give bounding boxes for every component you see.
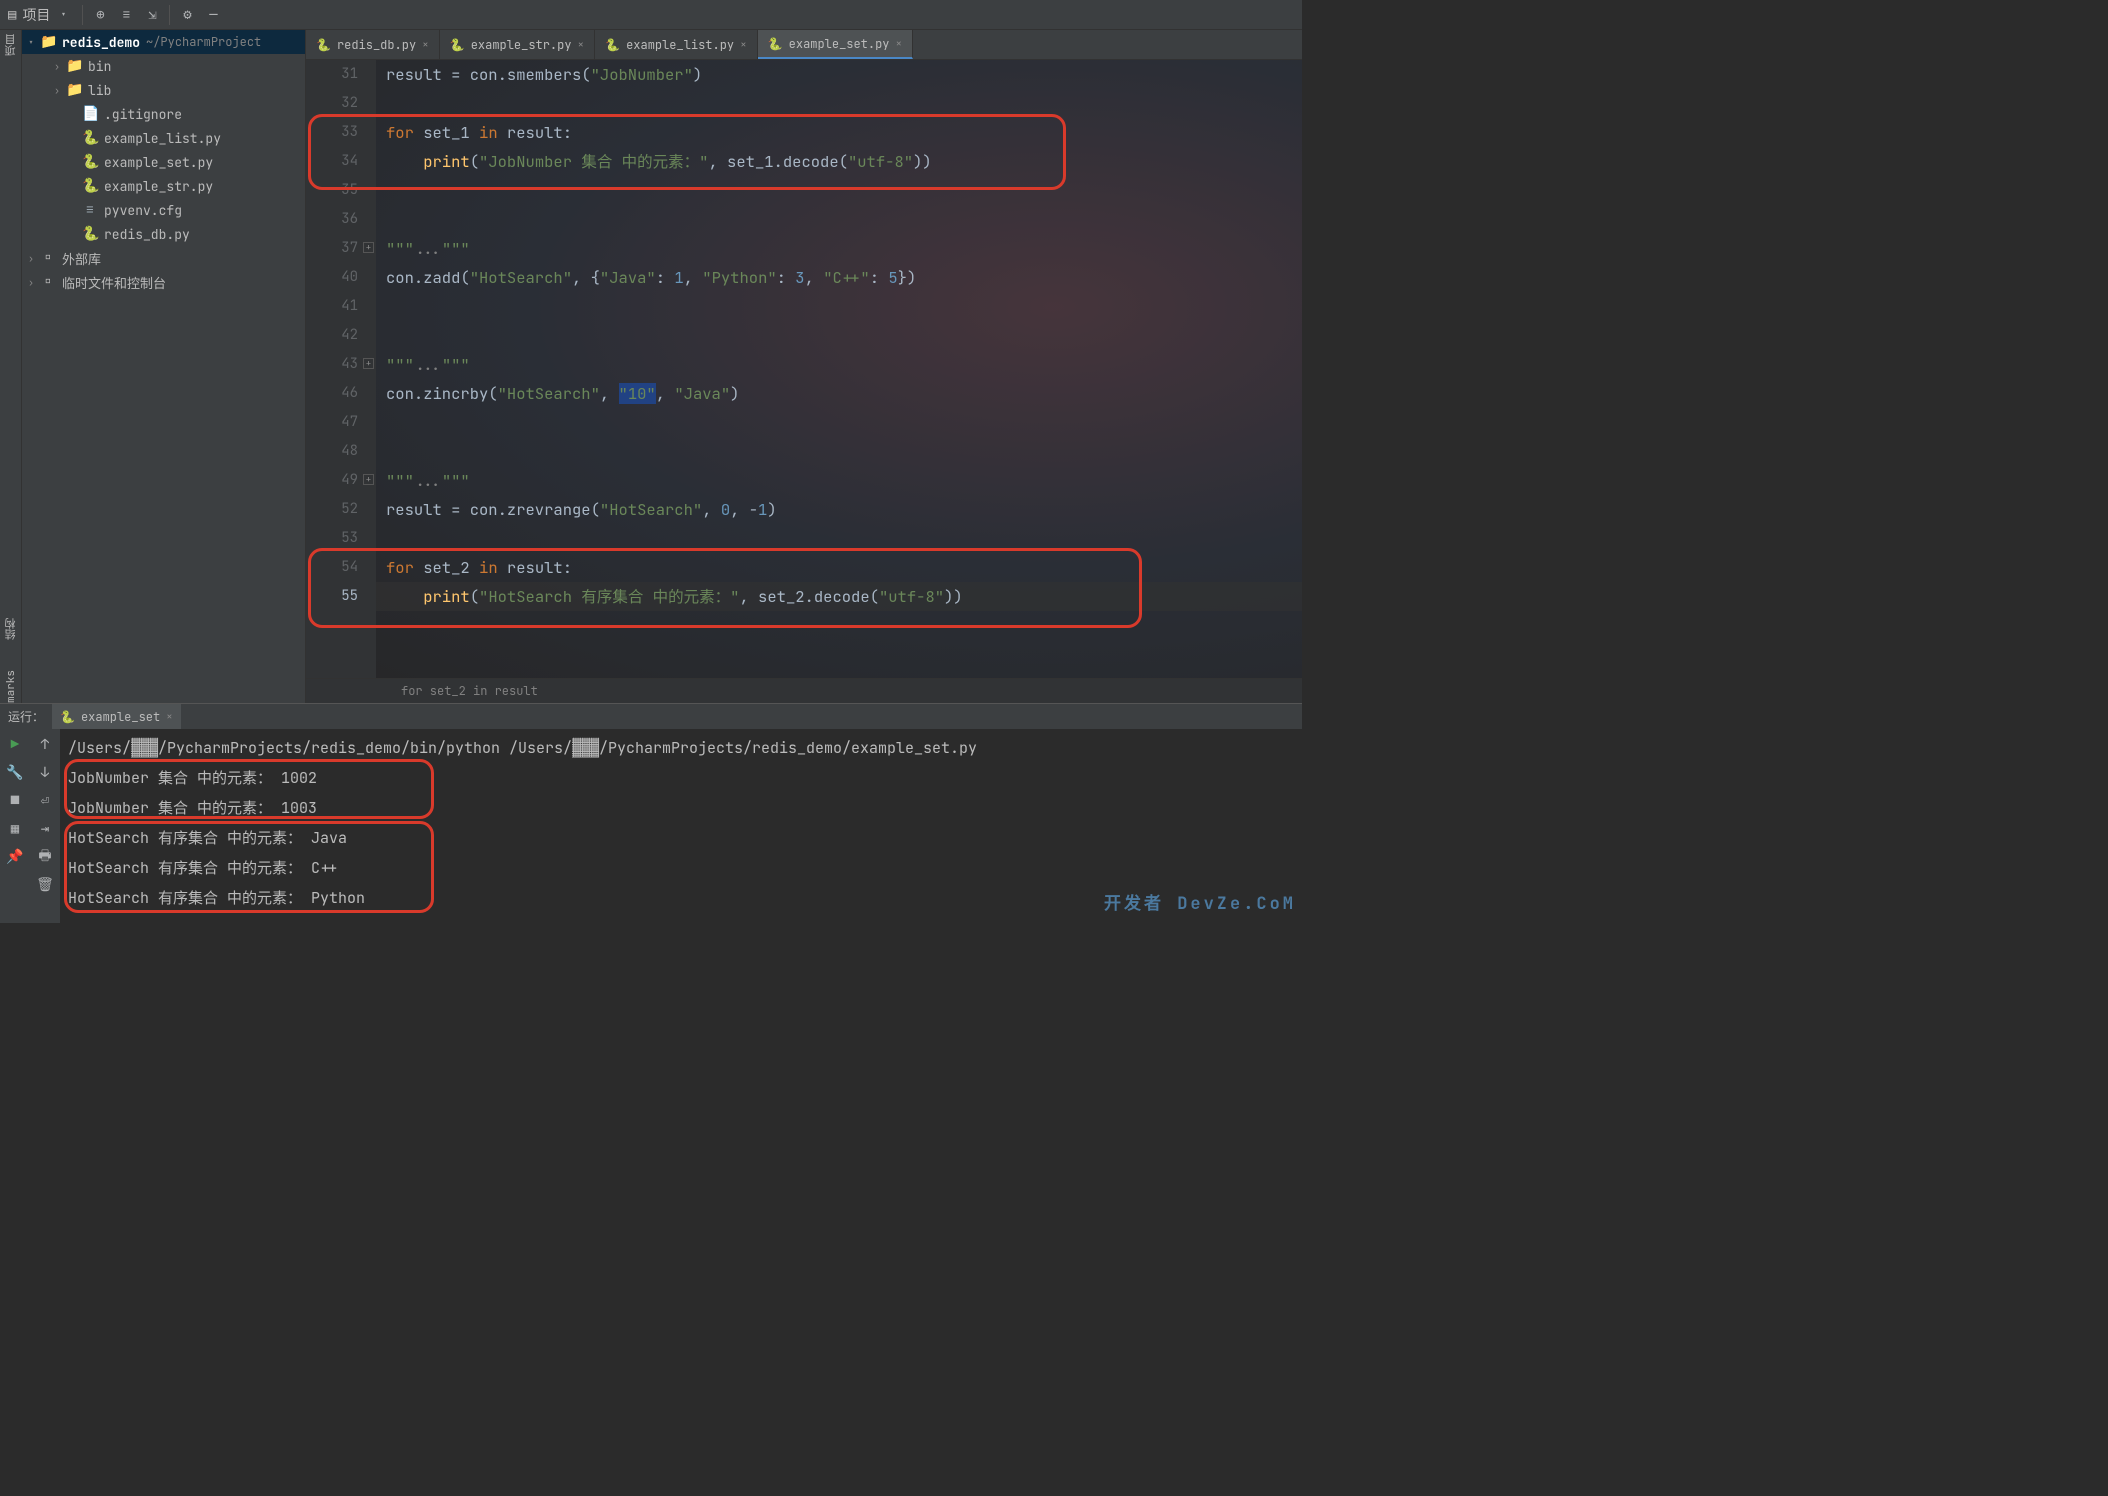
breadcrumb[interactable]: for set_2 in result: [306, 678, 1302, 703]
run-button[interactable]: ▶: [3, 733, 27, 757]
tree-item[interactable]: ›📁lib: [22, 78, 305, 102]
tree-root-name: redis_demo: [62, 34, 140, 51]
editor-tab[interactable]: 🐍example_set.py×: [758, 30, 913, 59]
close-icon[interactable]: ×: [895, 37, 902, 51]
vtab-project[interactable]: 项目: [3, 34, 19, 56]
tree-item[interactable]: 🐍redis_db.py: [22, 222, 305, 246]
tree-item[interactable]: 🐍example_str.py: [22, 174, 305, 198]
pin-icon[interactable]: 📌: [3, 845, 27, 869]
select-opened-icon[interactable]: ≡: [113, 2, 139, 28]
project-view-label[interactable]: ▤ 项目 ▾: [0, 5, 78, 25]
tree-item[interactable]: 🐍example_set.py: [22, 150, 305, 174]
python-icon: 🐍: [60, 709, 75, 725]
run-panel: 运行： 🐍 example_set × ▶ 🔧 ■ ▦ 📌 ↑ ↓ ⏎ ⇥ 🖶: [0, 703, 1302, 923]
locate-icon[interactable]: ⊕: [87, 2, 113, 28]
gutter[interactable]: 31323334353637+40414243+46474849+5253545…: [306, 60, 376, 678]
tree-item[interactable]: 📄.gitignore: [22, 102, 305, 126]
console-line: HotSearch 有序集合 中的元素： C++: [68, 853, 1294, 883]
editor-tab[interactable]: 🐍example_list.py×: [595, 30, 758, 59]
tree-item[interactable]: ›▫外部库: [22, 246, 305, 270]
editor-tabs: 🐍redis_db.py×🐍example_str.py×🐍example_li…: [306, 30, 1302, 60]
divider: [82, 5, 83, 25]
expand-all-icon[interactable]: ⇲: [139, 2, 165, 28]
editor-tab[interactable]: 🐍redis_db.py×: [306, 30, 440, 59]
tree-root[interactable]: ▾ 📁 redis_demo ~/PycharmProject: [22, 30, 305, 54]
project-label-text: 项目: [22, 5, 50, 25]
collapse-icon[interactable]: —: [200, 2, 226, 28]
run-actions-2: ↑ ↓ ⏎ ⇥ 🖶 🗑: [30, 729, 60, 923]
tree-item[interactable]: ›▫临时文件和控制台: [22, 270, 305, 294]
tree-root-path: ~/PycharmProject: [146, 34, 261, 50]
watermark: 开发者 DevZe.CoM: [1104, 889, 1296, 919]
vtab-bookmarks[interactable]: marks: [4, 670, 18, 703]
code-lines[interactable]: result = con.smembers("JobNumber")for se…: [376, 60, 1302, 678]
vtab-structure[interactable]: 结构: [3, 618, 19, 640]
scroll-end-icon[interactable]: ⇥: [33, 817, 57, 841]
arrow-down-icon[interactable]: ↓: [33, 761, 57, 785]
close-icon[interactable]: ×: [422, 38, 429, 52]
run-header: 运行： 🐍 example_set ×: [0, 704, 1302, 729]
divider: [169, 5, 170, 25]
close-icon[interactable]: ×: [740, 38, 747, 52]
tree-item[interactable]: ≡pyvenv.cfg: [22, 198, 305, 222]
run-actions: ▶ 🔧 ■ ▦ 📌: [0, 729, 30, 923]
console-output[interactable]: /Users/▓▓▓/PycharmProjects/redis_demo/bi…: [60, 729, 1302, 923]
editor-tab[interactable]: 🐍example_str.py×: [440, 30, 595, 59]
chevron-down-icon[interactable]: ▾: [56, 8, 70, 21]
run-label: 运行：: [8, 708, 44, 725]
folder-icon: 📁: [40, 33, 56, 51]
code-editor[interactable]: 31323334353637+40414243+46474849+5253545…: [306, 60, 1302, 678]
settings-icon[interactable]: ⚙: [174, 2, 200, 28]
top-toolbar: ▤ 项目 ▾ ⊕ ≡ ⇲ ⚙ —: [0, 0, 1302, 30]
tree-item[interactable]: 🐍example_list.py: [22, 126, 305, 150]
close-icon[interactable]: ×: [578, 38, 585, 52]
folder-icon: ▤: [8, 6, 16, 24]
stop-button[interactable]: ■: [3, 789, 27, 813]
trash-icon[interactable]: 🗑: [33, 873, 57, 897]
console-line: JobNumber 集合 中的元素： 1002: [68, 763, 1294, 793]
project-tree-panel[interactable]: ▾ 📁 redis_demo ~/PycharmProject ›📁bin›📁l…: [22, 30, 306, 703]
arrow-up-icon[interactable]: ↑: [33, 733, 57, 757]
console-cmd: /Users/▓▓▓/PycharmProjects/redis_demo/bi…: [68, 733, 1294, 763]
close-icon[interactable]: ×: [166, 710, 173, 724]
run-tab-name: example_set: [81, 709, 160, 725]
wrench-icon[interactable]: 🔧: [3, 761, 27, 785]
layout-icon[interactable]: ▦: [3, 817, 27, 841]
soft-wrap-icon[interactable]: ⏎: [33, 789, 57, 813]
console-line: JobNumber 集合 中的元素： 1003: [68, 793, 1294, 823]
run-tab[interactable]: 🐍 example_set ×: [52, 704, 181, 729]
editor-area: 🐍redis_db.py×🐍example_str.py×🐍example_li…: [306, 30, 1302, 703]
tree-item[interactable]: ›📁bin: [22, 54, 305, 78]
chevron-down-icon[interactable]: ▾: [28, 36, 40, 49]
left-tool-strip: 项目 结构 marks: [0, 30, 22, 703]
console-line: HotSearch 有序集合 中的元素： Java: [68, 823, 1294, 853]
print-icon[interactable]: 🖶: [33, 845, 57, 869]
